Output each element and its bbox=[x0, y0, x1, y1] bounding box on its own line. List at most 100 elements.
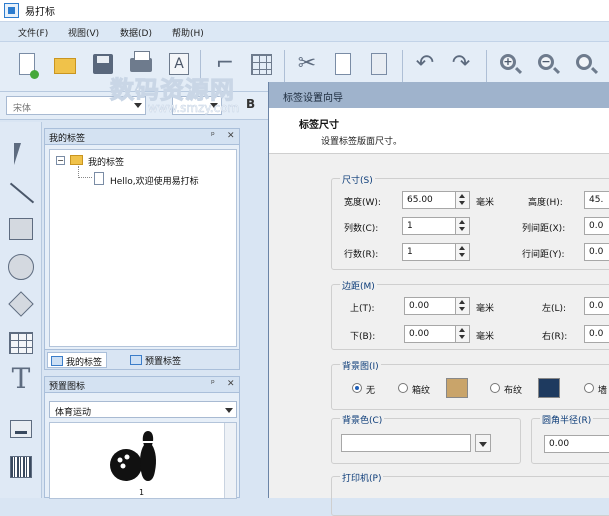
menu-data[interactable]: 数据(D) bbox=[120, 26, 152, 39]
margin-group: 边距(M) 上(T): 0.00 毫米 左(L): 0.0 下(B): 0.00… bbox=[331, 279, 609, 350]
top-margin-input[interactable]: 0.00 bbox=[404, 297, 470, 315]
label-setup-dialog: 标签设置向导 标签尺寸 设置标签版面尺寸。 尺寸(S) 宽度(W): 65.00… bbox=[268, 82, 609, 516]
line-tool[interactable] bbox=[4, 176, 38, 210]
rows-label: 行数(R): bbox=[344, 250, 379, 260]
zoom-in-button[interactable]: + bbox=[496, 48, 522, 82]
menu-help[interactable]: 帮助(H) bbox=[172, 26, 204, 39]
pin-icon[interactable]: ᵖ bbox=[211, 379, 215, 389]
menu-view[interactable]: 视图(V) bbox=[68, 26, 99, 39]
printer-group: 打印机(P) bbox=[331, 471, 609, 516]
close-icon[interactable]: ✕ bbox=[227, 131, 235, 141]
width-input[interactable]: 65.00 bbox=[402, 191, 470, 209]
top-margin-value: 0.00 bbox=[409, 301, 430, 311]
col-gap-label: 列间距(X): bbox=[522, 224, 566, 234]
bowling-icon[interactable] bbox=[108, 427, 158, 485]
left-margin-label: 左(L): bbox=[542, 304, 567, 314]
zoom-fit-icon bbox=[576, 54, 592, 70]
bottom-margin-spinner[interactable] bbox=[455, 326, 469, 342]
labels-panel-title: 我的标签 bbox=[49, 134, 86, 144]
image-icon bbox=[10, 420, 32, 438]
corner-radius-value: 0.00 bbox=[549, 439, 570, 449]
width-label: 宽度(W): bbox=[344, 198, 381, 208]
rows-input[interactable]: 1 bbox=[402, 243, 470, 261]
table-tool[interactable] bbox=[4, 326, 38, 360]
bg-wall-radio[interactable] bbox=[584, 383, 594, 393]
margin-group-title: 边距(M) bbox=[340, 279, 377, 292]
collapse-icon[interactable]: − bbox=[56, 156, 65, 165]
menu-file[interactable]: 文件(F) bbox=[18, 26, 48, 39]
tab-preset-labels-label: 预置标签 bbox=[145, 357, 182, 367]
text-tool[interactable]: T bbox=[4, 362, 38, 396]
background-color-title: 背景色(C) bbox=[340, 413, 385, 426]
row-gap-input[interactable]: 0.0 bbox=[584, 243, 609, 261]
pin-icon[interactable]: ᵖ bbox=[211, 131, 215, 141]
undo-button[interactable]: ↶ bbox=[412, 48, 438, 82]
col-gap-value: 0.0 bbox=[589, 221, 604, 231]
redo-button[interactable]: ↷ bbox=[448, 48, 474, 82]
bold-icon[interactable]: B bbox=[246, 97, 255, 111]
table-icon bbox=[9, 332, 33, 354]
top-margin-spinner[interactable] bbox=[455, 298, 469, 314]
right-margin-input[interactable]: 0.0 bbox=[584, 325, 609, 343]
background-image-title: 背景图(I) bbox=[340, 359, 381, 372]
select-tool[interactable] bbox=[4, 138, 38, 172]
zoom-in-icon: + bbox=[500, 54, 516, 70]
ellipse-tool[interactable] bbox=[4, 250, 38, 284]
bg-cloth-radio[interactable] bbox=[490, 383, 500, 393]
grid-button[interactable] bbox=[248, 48, 274, 82]
close-icon[interactable]: ✕ bbox=[227, 379, 235, 389]
width-spinner[interactable] bbox=[455, 192, 469, 208]
watermark-url: www.smzy.com bbox=[148, 101, 240, 116]
tab-preset-labels[interactable]: 预置标签 bbox=[127, 352, 185, 368]
new-button[interactable] bbox=[14, 48, 40, 82]
col-gap-input[interactable]: 0.0 bbox=[584, 217, 609, 235]
bottom-margin-input[interactable]: 0.00 bbox=[404, 325, 470, 343]
new-document-icon bbox=[19, 53, 39, 79]
copy-icon bbox=[335, 53, 351, 75]
zoom-fit-button[interactable] bbox=[572, 48, 598, 82]
bg-none-label: 无 bbox=[366, 386, 376, 396]
rows-spinner[interactable] bbox=[455, 244, 469, 260]
labels-panel: 我的标签 ᵖ ✕ − 我的标签 Hello,欢迎使用易打标 我的标签 预置标签 bbox=[44, 128, 240, 370]
undo-icon: ↶ bbox=[415, 51, 435, 76]
preset-icon-area: 1 bbox=[49, 422, 237, 499]
chevron-down-icon bbox=[225, 408, 233, 413]
tree-root-label[interactable]: 我的标签 bbox=[88, 155, 124, 168]
labels-tabbar: 我的标签 预置标签 bbox=[45, 349, 239, 369]
height-value: 45. bbox=[589, 195, 604, 205]
background-image-group: 背景图(I) 无 箱纹 布纹 墙 bbox=[331, 359, 609, 410]
chevron-down-icon[interactable] bbox=[475, 434, 491, 452]
icon-caption: 1 bbox=[139, 488, 145, 497]
tree-item-label[interactable]: Hello,欢迎使用易打标 bbox=[110, 174, 199, 187]
tab-icon bbox=[51, 356, 63, 366]
label-document-icon bbox=[94, 172, 104, 185]
size-group: 尺寸(S) 宽度(W): 65.00 毫米 高度(H): 45. 列数(C): … bbox=[331, 173, 609, 270]
corner-radius-input[interactable]: 0.00 bbox=[544, 435, 609, 453]
top-margin-label: 上(T): bbox=[350, 304, 375, 314]
rectangle-tool[interactable] bbox=[4, 212, 38, 246]
image-tool[interactable] bbox=[4, 412, 38, 446]
copy-button[interactable] bbox=[330, 48, 356, 82]
dialog-heading: 标签尺寸 bbox=[299, 120, 339, 131]
bg-none-radio[interactable] bbox=[352, 383, 362, 393]
cols-input[interactable]: 1 bbox=[402, 217, 470, 235]
bg-cloth-swatch[interactable] bbox=[538, 378, 560, 398]
icon-area-scrollbar[interactable] bbox=[224, 423, 236, 498]
diamond-tool[interactable] bbox=[4, 288, 38, 322]
zoom-out-button[interactable]: − bbox=[534, 48, 560, 82]
bg-box-radio[interactable] bbox=[398, 383, 408, 393]
barcode-tool[interactable] bbox=[4, 450, 38, 484]
paste-button[interactable] bbox=[366, 48, 392, 82]
title-bar: 易打标 bbox=[0, 0, 609, 22]
tab-my-labels[interactable]: 我的标签 bbox=[47, 352, 108, 368]
cols-spinner[interactable] bbox=[455, 218, 469, 234]
app-icon bbox=[4, 3, 19, 18]
height-input[interactable]: 45. bbox=[584, 191, 609, 209]
category-select[interactable]: 体育运动 bbox=[49, 401, 237, 418]
left-margin-input[interactable]: 0.0 bbox=[584, 297, 609, 315]
cut-button[interactable]: ✂ bbox=[294, 48, 320, 82]
text-icon: T bbox=[11, 362, 31, 395]
bg-box-swatch[interactable] bbox=[446, 378, 468, 398]
background-color-combo[interactable] bbox=[341, 434, 471, 452]
open-button[interactable] bbox=[52, 48, 78, 82]
